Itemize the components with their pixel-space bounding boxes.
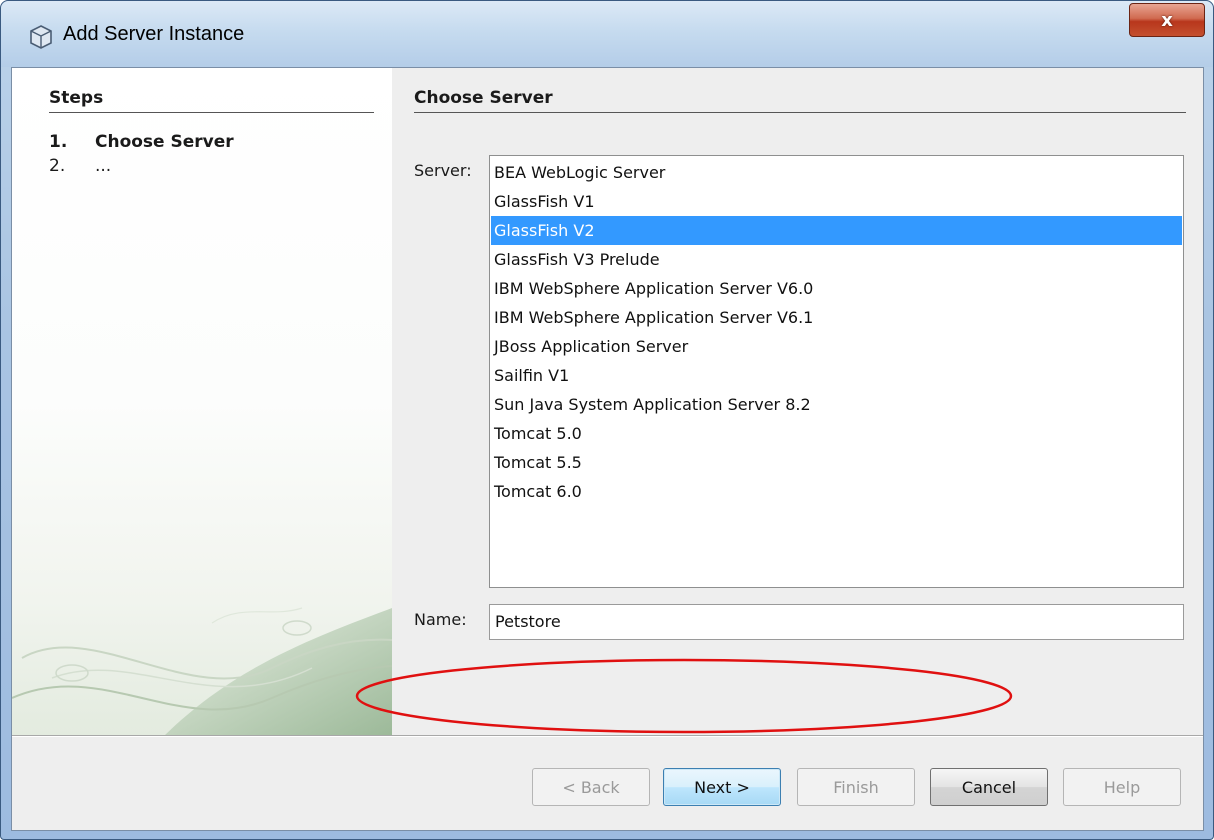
decorative-swirl-graphic [12,607,392,735]
server-list[interactable]: BEA WebLogic Server GlassFish V1 GlassFi… [489,155,1184,588]
server-option[interactable]: Tomcat 6.0 [491,477,1182,506]
step-label: ... [95,156,112,176]
step-item-next: 2.... [49,156,111,176]
content-divider [414,112,1186,113]
step-label: Choose Server [95,132,234,152]
content-heading: Choose Server [414,88,553,108]
back-button[interactable]: < Back [532,768,650,806]
cancel-button[interactable]: Cancel [930,768,1048,806]
dialog-body: Steps 1. Choose Server 2.... Choose Serv… [11,67,1204,831]
server-label: Server: [414,161,472,180]
server-option[interactable]: Tomcat 5.5 [491,448,1182,477]
close-button[interactable]: x [1129,3,1205,37]
name-field[interactable]: Petstore [489,604,1184,640]
server-cube-icon [30,25,52,49]
server-option[interactable]: Tomcat 5.0 [491,419,1182,448]
server-option[interactable]: Sun Java System Application Server 8.2 [491,390,1182,419]
server-option[interactable]: JBoss Application Server [491,332,1182,361]
steps-divider [49,112,374,113]
step-number: 2. [49,156,66,176]
step-number: 1. [49,132,68,152]
steps-panel: Steps 1. Choose Server 2.... [12,68,392,735]
footer-divider [12,735,1203,737]
title-bar[interactable]: Add Server Instance x [1,1,1213,67]
window-title: Add Server Instance [63,23,245,45]
help-button[interactable]: Help [1063,768,1181,806]
red-highlight-ellipse [355,658,1013,734]
steps-heading: Steps [49,88,104,108]
server-option[interactable]: BEA WebLogic Server [491,158,1182,187]
server-option[interactable]: IBM WebSphere Application Server V6.1 [491,303,1182,332]
name-label: Name: [414,610,467,629]
next-button[interactable]: Next > [663,768,781,806]
step-item-choose-server: 1. Choose Server [49,132,234,152]
add-server-dialog: Add Server Instance x Steps 1. Choose Ser… [0,0,1214,840]
server-option[interactable]: GlassFish V3 Prelude [491,245,1182,274]
finish-button[interactable]: Finish [797,768,915,806]
server-option[interactable]: GlassFish V1 [491,187,1182,216]
close-icon: x [1161,9,1173,31]
server-option-selected[interactable]: GlassFish V2 [491,216,1182,245]
server-option[interactable]: IBM WebSphere Application Server V6.0 [491,274,1182,303]
server-option[interactable]: Sailfin V1 [491,361,1182,390]
